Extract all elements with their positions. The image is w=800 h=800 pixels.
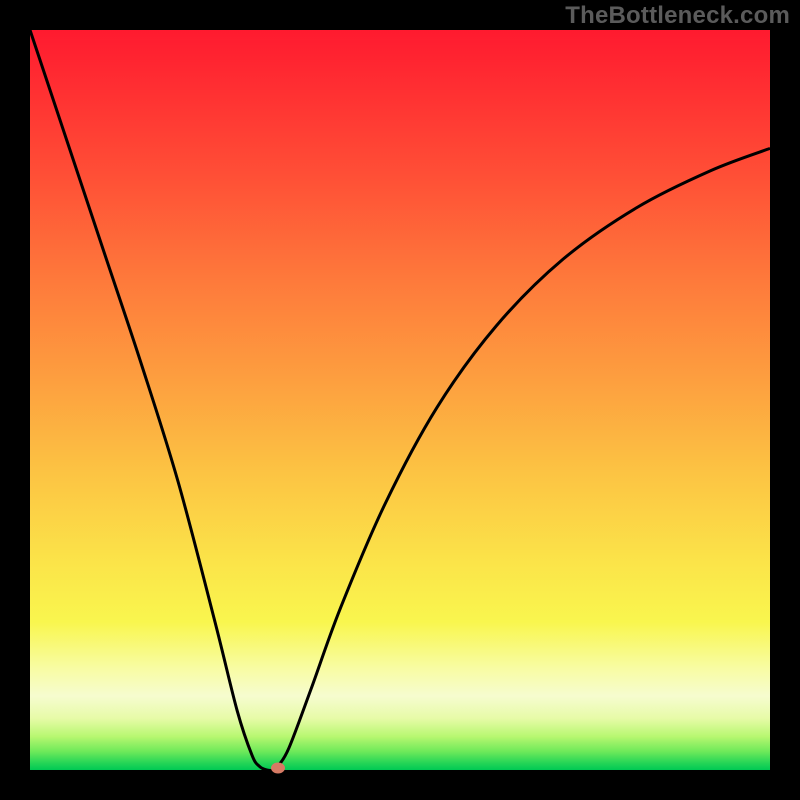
- curve-svg: [30, 30, 770, 770]
- plot-area: [30, 30, 770, 770]
- optimum-marker: [271, 762, 285, 773]
- watermark-text: TheBottleneck.com: [565, 2, 790, 30]
- chart-frame: TheBottleneck.com: [0, 0, 800, 800]
- bottleneck-curve: [30, 30, 770, 770]
